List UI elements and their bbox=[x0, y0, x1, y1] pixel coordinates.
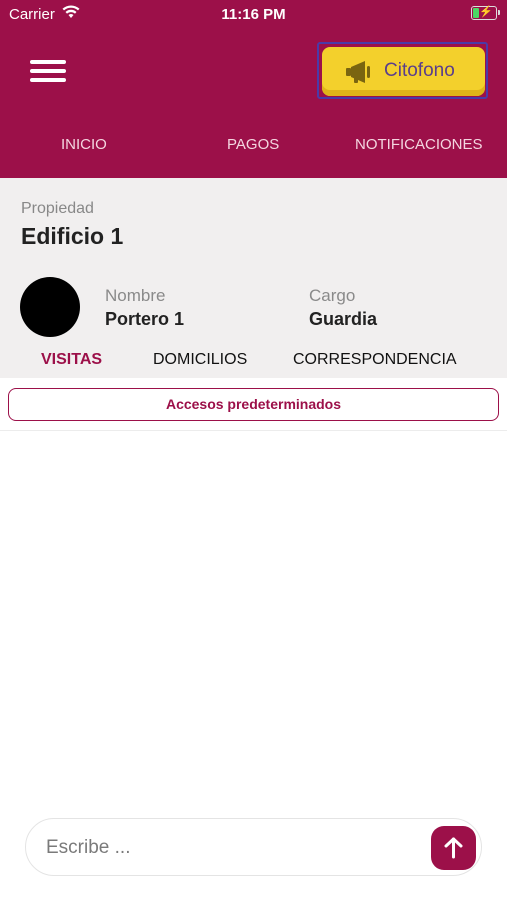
send-arrow-icon bbox=[444, 837, 463, 859]
role-value: Guardia bbox=[309, 309, 378, 329]
message-composer bbox=[25, 818, 482, 876]
send-button[interactable] bbox=[431, 826, 476, 870]
profile-card: Propiedad Edificio 1 Nombre Portero 1 Ca… bbox=[0, 178, 507, 378]
battery-icon: ⚡ bbox=[471, 6, 500, 20]
role-label: Cargo bbox=[309, 286, 356, 305]
main-nav: INICIO PAGOS NOTIFICACIONES bbox=[0, 136, 507, 156]
avatar bbox=[20, 277, 80, 337]
tab-pagos[interactable]: PAGOS bbox=[227, 136, 279, 153]
accesos-predeterminados-button[interactable]: Accesos predeterminados bbox=[8, 388, 499, 421]
app-header: Carrier 11:16 PM ⚡ Citofono INICIO PAGOS… bbox=[0, 0, 507, 178]
status-bar: Carrier 11:16 PM ⚡ bbox=[0, 0, 507, 28]
subtab-visitas[interactable]: VISITAS bbox=[41, 351, 102, 369]
property-label: Propiedad bbox=[21, 200, 94, 217]
name-value: Portero 1 bbox=[105, 309, 185, 329]
tab-inicio[interactable]: INICIO bbox=[61, 136, 107, 153]
subtab-correspondencia[interactable]: CORRESPONDENCIA bbox=[293, 351, 457, 369]
divider bbox=[0, 430, 507, 431]
megaphone-icon bbox=[346, 61, 370, 83]
citofono-button[interactable]: Citofono bbox=[322, 47, 485, 96]
message-input[interactable] bbox=[46, 833, 416, 863]
tab-notificaciones[interactable]: NOTIFICACIONES bbox=[355, 136, 483, 153]
status-time: 11:16 PM bbox=[221, 6, 286, 23]
property-value: Edificio 1 bbox=[21, 223, 124, 249]
menu-icon[interactable] bbox=[30, 58, 66, 84]
citofono-focus-ring: Citofono bbox=[317, 42, 488, 99]
citofono-label: Citofono bbox=[384, 60, 455, 81]
subtab-domicilios[interactable]: DOMICILIOS bbox=[153, 351, 247, 369]
name-label: Nombre bbox=[105, 286, 166, 305]
